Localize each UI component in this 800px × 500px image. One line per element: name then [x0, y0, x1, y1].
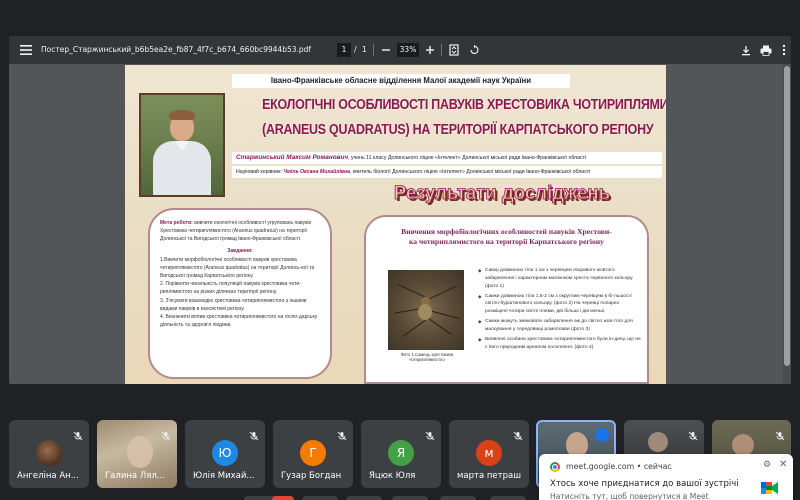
- mic-off-icon: [513, 426, 523, 441]
- notification-title: Хтось хоче приєднатися до вашої зустрічі: [550, 479, 739, 489]
- participant-name: Ангеліна Ан...: [17, 471, 79, 481]
- gear-icon[interactable]: ⚙: [763, 460, 771, 470]
- pdf-toolbar: Постер_Старжинський_b6b5ea2e_fb87_4f7c_b…: [9, 36, 791, 64]
- participant-tile[interactable]: Я Яцюк Юля: [361, 420, 441, 488]
- participant-name: Гузар Богдан: [281, 471, 342, 481]
- speaking-indicator-icon: [595, 428, 609, 442]
- study-title: Вивчення морфобіологічних особливостей п…: [374, 227, 639, 247]
- participant-name: Галина Лял...: [105, 471, 165, 481]
- google-meet-icon: [761, 480, 779, 496]
- participant-tile[interactable]: м марта петраш: [449, 420, 529, 488]
- poster-title-line1: ЕКОЛОГІЧНІ ОСОБЛИВОСТІ ПАВУКІВ ХРЕСТОВИК…: [262, 97, 666, 113]
- task-item: 3. З'ясувати взаємодію хрестовика чотири…: [160, 297, 307, 312]
- chrome-icon: [550, 462, 560, 472]
- participant-video: [127, 436, 153, 468]
- control-button[interactable]: [302, 496, 338, 500]
- participant-tile[interactable]: Галина Лял...: [97, 420, 177, 488]
- fact-item: Самки можуть змінювати забарвлення аж до…: [478, 318, 643, 334]
- spider-photo: [388, 270, 464, 350]
- toolbar-divider: [373, 44, 374, 56]
- goal-label: Мета роботи:: [160, 220, 193, 226]
- mic-off-icon: [337, 426, 347, 441]
- participant-name: марта петраш: [457, 471, 521, 481]
- fact-item: Самці довжиною тіла 1 см з черевцем яскр…: [478, 267, 643, 291]
- task-item: 4. Визначити вплив хрестовика чотириплям…: [160, 314, 318, 328]
- print-icon[interactable]: [757, 41, 775, 59]
- control-button[interactable]: [440, 496, 476, 500]
- zoom-in-icon[interactable]: [421, 41, 439, 59]
- control-button[interactable]: [346, 496, 382, 500]
- page-separator: /: [354, 45, 357, 54]
- participant-video: [732, 434, 754, 456]
- pdf-viewer: Постер_Старжинський_b6b5ea2e_fb87_4f7c_b…: [9, 36, 791, 384]
- results-heading: Результати досліджень: [393, 183, 611, 205]
- avatar: [36, 440, 62, 466]
- close-icon[interactable]: ✕: [779, 459, 787, 470]
- mic-off-icon: [688, 426, 698, 441]
- mic-off-icon: [161, 426, 171, 441]
- author-photo: [139, 93, 225, 197]
- toolbar-divider: [441, 44, 442, 56]
- mic-off-icon: [775, 426, 785, 441]
- participant-name: Яцюк Юля: [369, 471, 416, 481]
- join-request-notification[interactable]: meet.google.com • сейчас ⚙ ✕ Хтось хоче …: [539, 454, 793, 500]
- supervisor-line: Науковий керівник: Чміль Оксана Михайлів…: [232, 166, 662, 178]
- avatar: Г: [300, 440, 326, 466]
- author-line: Старжинський Максим Романович, учень 11 …: [232, 152, 662, 164]
- task-item: 2. Порівняти чисельність популяцій павук…: [160, 281, 301, 295]
- photo-caption: Фото 1.Самець хрестовика чотириплямистог…: [400, 352, 454, 363]
- fact-item: Самки довжиною тіла 1,5-2 см з округлим …: [478, 293, 643, 317]
- mic-off-icon: [425, 426, 435, 441]
- rotate-icon[interactable]: [465, 41, 483, 59]
- file-title: Постер_Старжинський_b6b5ea2e_fb87_4f7c_b…: [41, 45, 312, 54]
- zoom-level-input[interactable]: 33%: [397, 43, 419, 57]
- poster-page: Івано-Франківське обласне відділення Мал…: [125, 65, 666, 384]
- study-panel: Вивчення морфобіологічних особливостей п…: [364, 215, 649, 384]
- zoom-out-icon[interactable]: [377, 41, 395, 59]
- supervisor-name: Чміль Оксана Михайлівна: [283, 169, 351, 175]
- fact-item: Виявлені особини хрестовика чотириплямис…: [478, 336, 643, 352]
- notification-source: meet.google.com • сейчас: [566, 462, 672, 471]
- study-title-line2: ка чотириплямистого на території Карпатс…: [409, 236, 604, 246]
- page-number-input[interactable]: 1: [337, 43, 351, 57]
- mic-off-icon: [73, 426, 83, 441]
- participant-tile[interactable]: Г Гузар Богдан: [273, 420, 353, 488]
- participant-tile[interactable]: Ю Юлія Михай...: [185, 420, 265, 488]
- avatar: Ю: [212, 440, 238, 466]
- study-title-line1: Вивчення морфобіологічних особливостей п…: [401, 227, 612, 236]
- participant-tile[interactable]: Ангеліна Ан...: [9, 420, 89, 488]
- poster-header: Івано-Франківське обласне відділення Мал…: [232, 74, 570, 88]
- author-name: Старжинський Максим Романович: [236, 154, 349, 161]
- author-affiliation: , учень 11 класу Долинського ліцею «Інте…: [348, 155, 587, 161]
- supervisor-affiliation: , вчитель біології Долинського ліцею «Ін…: [350, 169, 591, 175]
- participant-name: Юлія Михай...: [193, 471, 255, 481]
- facts-list: Самці довжиною тіла 1 см з черевцем яскр…: [478, 267, 643, 353]
- control-button[interactable]: [272, 496, 294, 500]
- participant-video: [648, 432, 668, 452]
- tasks-label: Завдання:: [227, 248, 253, 255]
- supervisor-prefix: Науковий керівник:: [236, 169, 284, 175]
- fit-page-icon[interactable]: [445, 41, 463, 59]
- avatar: Я: [388, 440, 414, 466]
- page-total: 1: [362, 45, 367, 54]
- download-icon[interactable]: [737, 41, 755, 59]
- notification-body: Натисніть тут, щоб повернутися в Meet: [550, 492, 709, 500]
- control-button[interactable]: [490, 496, 526, 500]
- more-vert-icon[interactable]: [775, 41, 791, 59]
- task-item: 1.Вивчити морфобіологічні особливості па…: [160, 257, 315, 279]
- scrollbar-thumb[interactable]: [784, 66, 790, 366]
- goals-panel: Мета роботи: вивчити екологічні особливо…: [148, 208, 332, 379]
- menu-icon[interactable]: [17, 41, 35, 59]
- mic-off-icon: [249, 426, 259, 441]
- poster-title-line2: (ARANEUS QUADRATUS) НА ТЕРИТОРІЇ КАРПАТС…: [262, 122, 654, 138]
- avatar: м: [476, 440, 502, 466]
- control-button[interactable]: [392, 496, 428, 500]
